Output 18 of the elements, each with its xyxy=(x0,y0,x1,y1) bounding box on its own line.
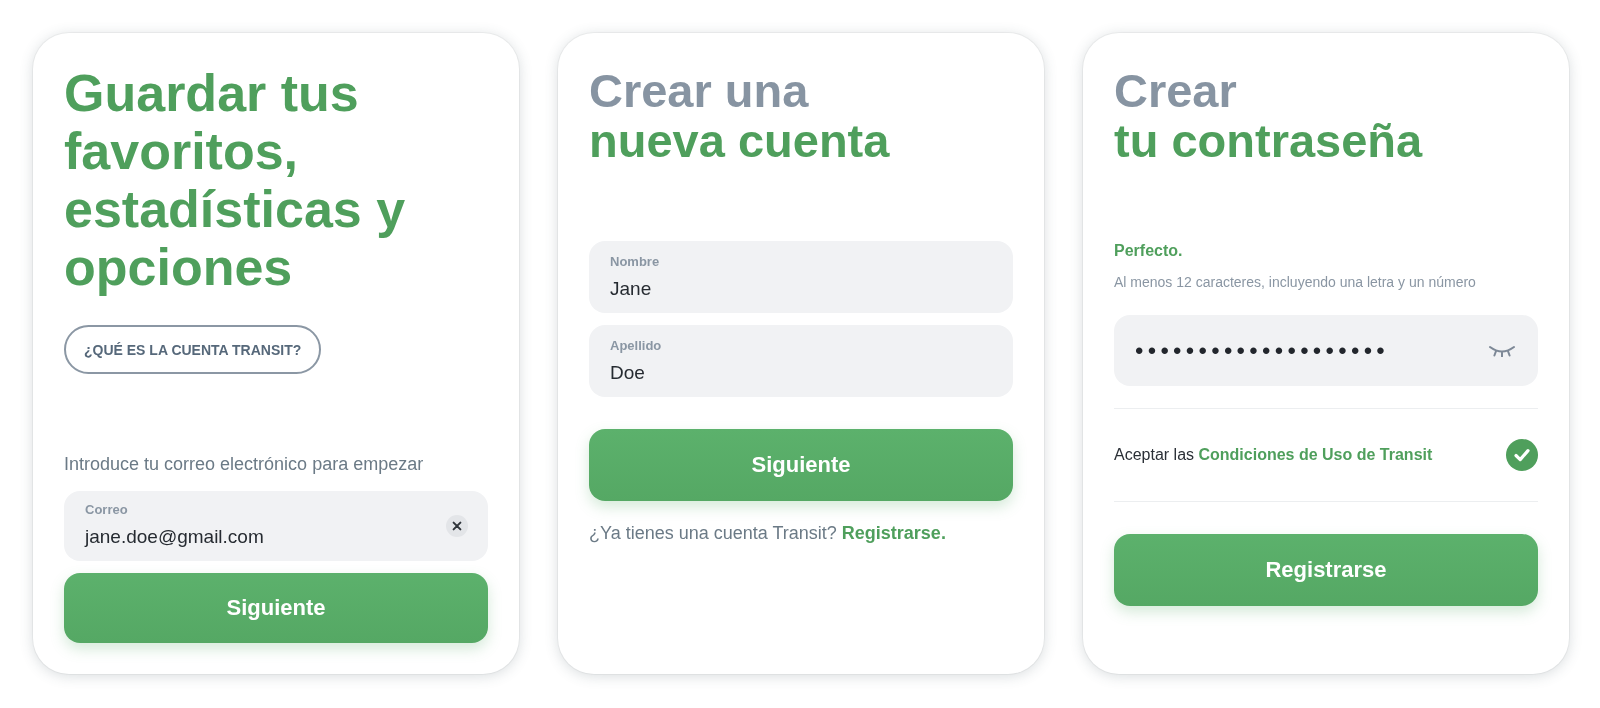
password-field[interactable]: •••••••••••••••••••• xyxy=(1114,315,1538,386)
name-field[interactable]: Apellido Doe xyxy=(589,325,1013,397)
clear-icon[interactable] xyxy=(446,514,468,537)
strength-label: Perfecto. xyxy=(1114,241,1184,261)
screen-title: Crear tu contraseña xyxy=(1114,66,1424,166)
signin-link[interactable]: Registrarse. xyxy=(841,523,946,543)
screen-title: Guardar tus favoritos, estadísticas y opciones xyxy=(64,64,407,296)
terms-label: Aceptar las Condiciones de Uso de Transit xyxy=(1114,445,1433,465)
email-prompt: Introduce tu correo electrónico para empezar xyxy=(64,453,425,476)
password-hint: Al menos 12 caracteres, incluyendo una letra y un número xyxy=(1114,273,1477,292)
signin-prompt: ¿Ya tienes una cuenta Transit? Registrarse. xyxy=(589,522,947,545)
closed-eye-icon[interactable] xyxy=(1488,344,1516,357)
info-button[interactable]: ¿QUÉ ES LA CUENTA TRANSIT? xyxy=(64,325,322,374)
name-field[interactable]: Nombre Jane xyxy=(589,241,1013,313)
email-field[interactable]: Correo jane.doe@gmail.com xyxy=(64,491,488,561)
terms-link[interactable]: Condiciones de Uso de Transit xyxy=(1198,446,1433,463)
screen-title: Crear una nueva cuenta xyxy=(589,66,891,166)
checkbox[interactable] xyxy=(1506,439,1538,471)
